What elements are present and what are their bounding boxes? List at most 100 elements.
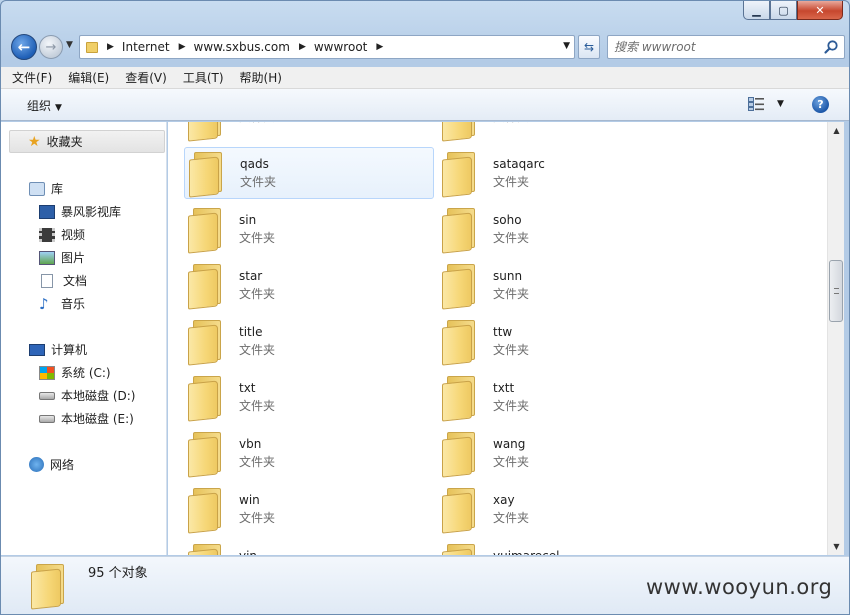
- sidebar-item-label: 收藏夹: [46, 135, 83, 149]
- folder-icon: [187, 318, 223, 366]
- menu-tools[interactable]: 工具(T): [183, 69, 224, 86]
- breadcrumb-wwwroot[interactable]: wwwroot: [314, 40, 368, 54]
- folder-type: 文件夹: [239, 511, 276, 525]
- chevron-right-icon[interactable]: ▶: [107, 42, 114, 52]
- change-view-button[interactable]: ▼: [748, 97, 784, 111]
- folder-type: 文件夹: [239, 455, 276, 469]
- sidebar-item-computer[interactable]: 计算机: [29, 341, 87, 358]
- folder-type: 文件夹: [239, 399, 276, 413]
- search-box[interactable]: [607, 35, 845, 59]
- folder-item[interactable]: soho 文件夹: [438, 203, 688, 255]
- sidebar-item-videos[interactable]: 视频: [39, 226, 85, 243]
- sidebar-item-label: 视频: [61, 228, 86, 242]
- organize-button[interactable]: 组织 ▼: [27, 97, 62, 114]
- search-icon[interactable]: [823, 39, 839, 55]
- folder-item[interactable]: title 文件夹: [184, 315, 434, 367]
- navigation-pane: ★ 收藏夹 库 暴风影视库 视频 图片 文档 ♪ 音乐 计算机 系统 (C:) …: [1, 122, 167, 555]
- sidebar-item-documents[interactable]: 文档: [41, 272, 87, 289]
- folder-type: 文件夹: [493, 122, 529, 126]
- forward-button[interactable]: →: [39, 35, 63, 59]
- folder-name: win: [239, 493, 260, 507]
- scroll-down-icon[interactable]: ▼: [828, 538, 845, 555]
- folder-item[interactable]: sin 文件夹: [184, 203, 434, 255]
- menu-file[interactable]: 文件(F): [12, 69, 52, 86]
- sidebar-item-network[interactable]: 网络: [29, 456, 74, 473]
- folder-name: ttw: [493, 325, 513, 339]
- folder-name: star: [239, 269, 263, 283]
- folder-item[interactable]: sunn 文件夹: [438, 259, 688, 311]
- maximize-button[interactable]: ▢: [770, 1, 797, 20]
- network-icon: [29, 457, 44, 472]
- refresh-button[interactable]: ⇆: [578, 35, 600, 59]
- computer-icon: [29, 343, 45, 356]
- address-dropdown-icon[interactable]: ▼: [563, 41, 570, 51]
- caption-buttons: ▁ ▢ ✕: [743, 1, 843, 20]
- breadcrumb-internet[interactable]: Internet: [122, 40, 170, 54]
- sidebar-item-label: 网络: [50, 458, 75, 472]
- scrollbar-thumb[interactable]: [829, 260, 843, 322]
- sidebar-item-favorites[interactable]: ★ 收藏夹: [9, 130, 165, 153]
- minimize-button[interactable]: ▁: [743, 1, 770, 20]
- folder-item[interactable]: yuimarecel文件夹: [438, 539, 688, 555]
- folder-name: txt: [239, 381, 256, 395]
- scroll-up-icon[interactable]: ▲: [828, 122, 845, 139]
- folder-name: title: [239, 325, 263, 339]
- menu-bar: 文件(F) 编辑(E) 查看(V) 工具(T) 帮助(H): [1, 67, 849, 89]
- chevron-right-icon[interactable]: ▶: [376, 42, 383, 52]
- folder-icon: [441, 206, 477, 254]
- recent-pages-dropdown[interactable]: ▼: [66, 40, 73, 50]
- folder-item[interactable]: xay 文件夹: [438, 483, 688, 535]
- watermark: www.wooyun.org: [646, 575, 833, 599]
- folder-item[interactable]: vbn 文件夹: [184, 427, 434, 479]
- command-bar: 组织 ▼ ▼ ?: [1, 89, 849, 121]
- chevron-right-icon[interactable]: ▶: [299, 42, 306, 52]
- sidebar-item-baofeng-library[interactable]: 暴风影视库: [39, 203, 121, 220]
- chevron-down-icon[interactable]: ▼: [777, 99, 784, 109]
- close-button[interactable]: ✕: [797, 1, 843, 20]
- sidebar-item-libraries[interactable]: 库: [29, 180, 63, 197]
- folder-name: soho: [493, 213, 522, 227]
- sidebar-item-drive-c[interactable]: 系统 (C:): [39, 364, 111, 381]
- vertical-scrollbar[interactable]: ▲ ▼: [827, 122, 844, 555]
- folder-item[interactable]: ttw 文件夹: [438, 315, 688, 367]
- folder-item[interactable]: win 文件夹: [184, 483, 434, 535]
- sidebar-item-drive-d[interactable]: 本地磁盘 (D:): [39, 387, 135, 404]
- breadcrumb-domain[interactable]: www.sxbus.com: [194, 40, 290, 54]
- media-library-icon: [39, 204, 55, 219]
- folder-type: 文件夹: [239, 343, 276, 357]
- folder-item[interactable]: qads 文件夹: [184, 147, 434, 199]
- folder-item[interactable]: wang 文件夹: [438, 427, 688, 479]
- folder-item[interactable]: txtt 文件夹: [438, 371, 688, 423]
- sidebar-item-drive-e[interactable]: 本地磁盘 (E:): [39, 410, 134, 427]
- menu-view[interactable]: 查看(V): [125, 69, 167, 86]
- chevron-down-icon: ▼: [55, 103, 62, 113]
- arrow-right-icon: →: [45, 39, 57, 55]
- folder-name: xay: [493, 493, 515, 507]
- folder-item[interactable]: 文件夹: [184, 122, 434, 143]
- folder-item[interactable]: yin文件夹: [184, 539, 434, 555]
- menu-edit[interactable]: 编辑(E): [68, 69, 109, 86]
- help-icon: ?: [817, 98, 824, 111]
- folder-icon: [187, 206, 223, 254]
- folder-type: 文件夹: [493, 455, 530, 469]
- search-input[interactable]: [614, 39, 814, 55]
- folder-name: sunn: [493, 269, 523, 283]
- folder-name: txtt: [493, 381, 515, 395]
- address-bar[interactable]: ▶ Internet ▶ www.sxbus.com ▶ wwwroot ▶ ▼: [79, 35, 575, 59]
- sidebar-item-pictures[interactable]: 图片: [39, 249, 85, 266]
- organize-label: 组织: [27, 99, 52, 113]
- folder-item[interactable]: star 文件夹: [184, 259, 434, 311]
- folder-type: 文件夹: [493, 511, 530, 525]
- folder-icon: [30, 562, 66, 610]
- help-button[interactable]: ?: [812, 96, 829, 113]
- back-button[interactable]: ←: [11, 34, 37, 60]
- folder-name: sin: [239, 213, 257, 227]
- menu-help[interactable]: 帮助(H): [240, 69, 282, 86]
- music-icon: ♪: [39, 294, 49, 313]
- folder-item[interactable]: txt 文件夹: [184, 371, 434, 423]
- chevron-right-icon[interactable]: ▶: [179, 42, 186, 52]
- folder-item[interactable]: sataqarc 文件夹: [438, 147, 688, 199]
- folder-type: 文件夹: [239, 287, 276, 301]
- sidebar-item-music[interactable]: ♪ 音乐: [39, 295, 85, 312]
- folder-item[interactable]: 文件夹: [438, 122, 688, 143]
